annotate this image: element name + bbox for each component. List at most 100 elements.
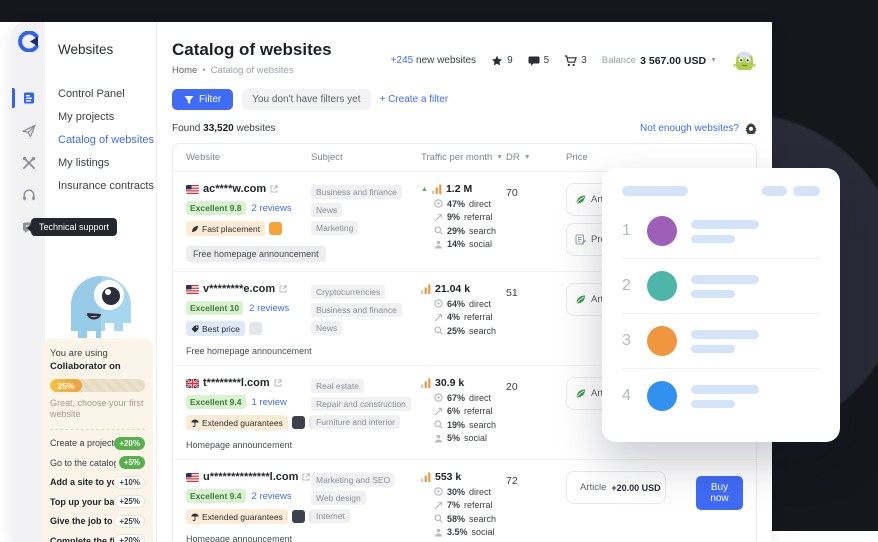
traffic-value: 553 k — [435, 471, 461, 483]
found-count: 33,520 — [203, 123, 234, 134]
checklist-label: Top up your balance in ... — [50, 497, 114, 507]
step-number: 3 — [622, 332, 639, 350]
gear-icon[interactable] — [745, 122, 757, 134]
leaf-icon — [575, 294, 586, 305]
step-dot-teal — [647, 271, 677, 301]
social-icon — [434, 240, 443, 249]
sort-icon: ▼ — [524, 154, 531, 161]
subject-tag: Marketing — [311, 221, 358, 235]
avatar[interactable] — [732, 48, 757, 73]
sidebar-item-insurance-contracts[interactable]: Insurance contracts — [58, 180, 152, 192]
column-traffic[interactable]: Traffic per month ▼ — [421, 152, 506, 163]
sidebar-item-my-listings[interactable]: My listings — [58, 157, 152, 169]
bar-chart-icon — [432, 184, 442, 194]
not-enough-websites-link[interactable]: Not enough websites? — [640, 123, 739, 134]
step-item: 4 — [622, 368, 820, 423]
leaf-icon — [575, 194, 586, 205]
search-icon — [434, 514, 443, 523]
step-number: 2 — [622, 277, 639, 295]
usage-hint: Great, choose your first website — [50, 398, 145, 421]
external-link-icon[interactable] — [274, 379, 282, 387]
announcement: Homepage announcement — [186, 440, 311, 450]
control-panel-icon[interactable] — [12, 88, 45, 108]
checklist-item[interactable]: Top up your balance in ... +25% — [50, 495, 145, 508]
create-filter-link[interactable]: + Create a filter — [380, 94, 449, 105]
breadcrumb-current: Catalog of websites — [211, 65, 294, 76]
step-item: 2 — [622, 258, 820, 313]
step-dot-blue — [647, 381, 677, 411]
column-subject: Subject — [311, 152, 421, 163]
website-domain-link[interactable]: v********e.com — [203, 283, 275, 295]
checklist-label: Create a project — [50, 438, 114, 448]
search-icon — [434, 326, 443, 335]
traffic-metric: 7%referral — [434, 500, 506, 510]
checklist-item[interactable]: Give the job to the site +25% — [50, 515, 145, 528]
traffic-metric: 3.5%social — [434, 527, 506, 537]
checklist-bonus: +5% — [119, 456, 145, 469]
direct-icon — [434, 487, 443, 496]
skeleton-line — [691, 290, 735, 298]
messages-button[interactable]: 5 — [528, 55, 550, 67]
traffic-metric: 30%direct — [434, 487, 506, 497]
muted-chip-icon — [249, 322, 262, 335]
subject-tag: Real estate — [311, 379, 364, 393]
sidebar-item-catalog-of-websites[interactable]: Catalog of websites — [58, 134, 152, 146]
checklist-item[interactable]: Complete the first deal +20% — [50, 534, 145, 542]
paper-plane-icon[interactable] — [12, 121, 45, 141]
sidebar-item-control-panel[interactable]: Control Panel — [58, 88, 152, 100]
reviews-link[interactable]: 2 reviews — [249, 303, 289, 314]
social-icon — [434, 434, 443, 443]
breadcrumb-home[interactable]: Home — [172, 65, 197, 76]
checklist-item[interactable]: Add a site to your cart +10% — [50, 476, 145, 489]
traffic-metric: 67%direct — [434, 393, 506, 403]
checklist-label: Go to the catalog — [50, 458, 116, 468]
subject-tag: Internet — [311, 509, 350, 523]
traffic-metric: 58%search — [434, 514, 506, 524]
sidebar-item-my-projects[interactable]: My projects — [58, 111, 152, 123]
chat-chip-icon — [292, 510, 305, 523]
favorites-button[interactable]: 9 — [491, 55, 513, 67]
breadcrumb-separator: • — [202, 65, 205, 76]
traffic-metric: 14%social — [434, 239, 506, 249]
referral-icon — [434, 501, 443, 510]
column-dr[interactable]: DR ▼ — [506, 152, 566, 163]
tools-icon[interactable] — [12, 153, 45, 173]
mascot-illustration — [57, 265, 145, 339]
reviews-link[interactable]: 2 reviews — [252, 203, 292, 214]
rocket-icon — [191, 225, 199, 233]
skeleton-pill — [793, 186, 820, 196]
cart-button[interactable]: 3 — [564, 55, 587, 67]
external-link-icon[interactable] — [279, 285, 287, 293]
buy-now-button[interactable]: Buy now — [696, 476, 743, 510]
filter-button[interactable]: Filter — [172, 89, 233, 110]
website-domain-link[interactable]: ac****w.com — [203, 183, 266, 195]
usage-line1: You are using — [50, 348, 145, 359]
traffic-metric: 64%direct — [434, 299, 506, 309]
website-domain-link[interactable]: t********l.com — [203, 377, 270, 389]
direct-icon — [434, 393, 443, 402]
balance-dropdown[interactable]: Balance 3 567.00 USD ▼ — [602, 55, 717, 67]
placement-article[interactable]: Article +20.00 USD — [566, 471, 666, 504]
umbrella-icon — [191, 513, 199, 521]
external-link-icon[interactable] — [302, 473, 310, 481]
traffic-metric: 6%referral — [434, 406, 506, 416]
skeleton-line — [691, 345, 735, 353]
not-enough-websites: Not enough websites? — [640, 122, 757, 134]
reviews-link[interactable]: 1 review — [252, 397, 287, 408]
new-websites-counter: +245 new websites — [391, 55, 476, 66]
skeleton-lines — [691, 220, 759, 243]
checklist-item[interactable]: Go to the catalog +5% — [50, 456, 145, 469]
dr-value: 72 — [506, 473, 518, 487]
reviews-link[interactable]: 2 reviews — [252, 491, 292, 502]
checklist-item[interactable]: Create a project +20% — [50, 437, 145, 450]
headphones-icon[interactable] — [12, 185, 45, 205]
press-release-icon — [575, 234, 586, 245]
skeleton-line — [691, 235, 735, 243]
funnel-icon — [184, 95, 194, 105]
step-number: 1 — [622, 222, 639, 240]
external-link-icon[interactable] — [270, 185, 278, 193]
website-domain-link[interactable]: u**************l.com — [203, 471, 298, 483]
technical-support-tooltip: Technical support — [31, 218, 117, 236]
checklist-bonus: +25% — [114, 515, 145, 528]
subject-tag: Business and finance — [311, 185, 402, 199]
